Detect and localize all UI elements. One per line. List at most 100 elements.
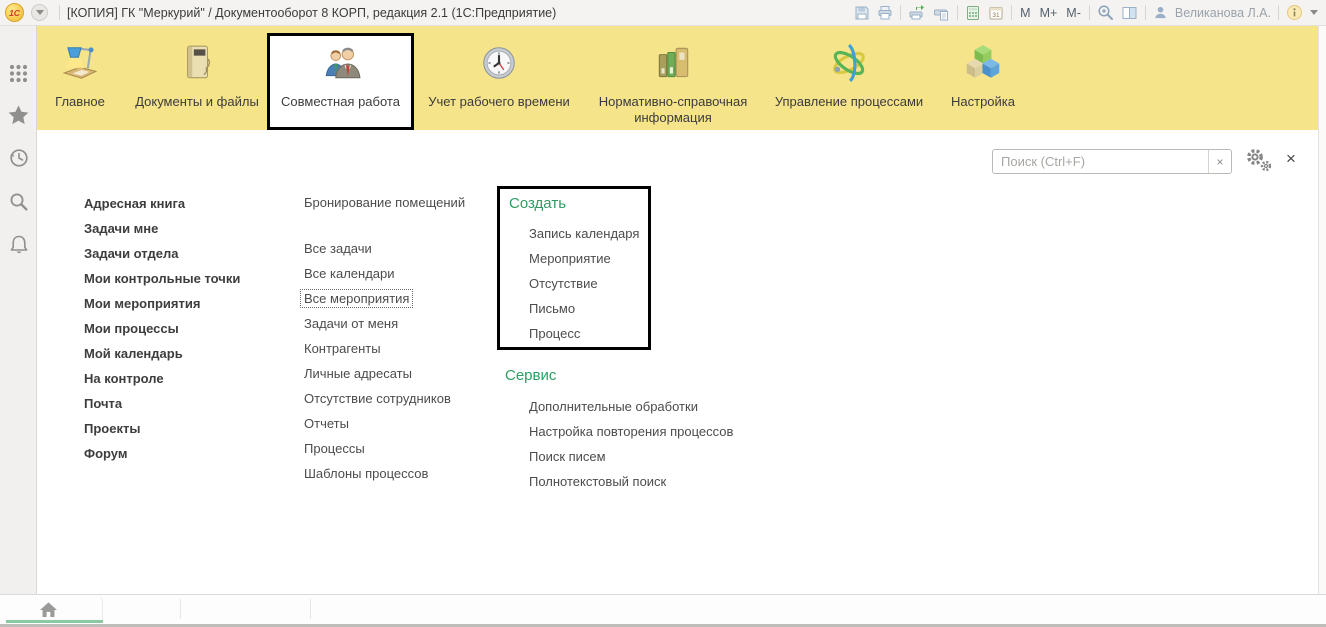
ribbon-tab-timesheet[interactable]: Учет рабочего времени xyxy=(419,33,579,130)
ribbon-tab-documents[interactable]: Документы и файлы xyxy=(122,33,272,130)
toolbar-separator xyxy=(1088,5,1090,20)
menu-item[interactable]: Мои контрольные точки xyxy=(80,266,244,291)
menu-item[interactable]: Адресная книга xyxy=(80,191,244,216)
titlebar-toolbar: 31 М М+ М- Великанова Л.А. xyxy=(854,3,1326,23)
save-button[interactable] xyxy=(854,3,870,23)
folders-icon xyxy=(652,42,694,94)
service-group-header: Сервис xyxy=(505,367,557,384)
people-icon xyxy=(320,42,362,94)
bell-icon xyxy=(10,235,27,253)
menu-item[interactable]: Отсутствие сотрудников xyxy=(300,386,455,411)
calculator-button[interactable] xyxy=(965,3,981,23)
main-menu-button[interactable] xyxy=(31,4,48,21)
1c-logo: 1С xyxy=(5,3,24,22)
favorites-button[interactable] xyxy=(8,104,29,125)
ribbon-tab-label: Главное xyxy=(55,94,105,109)
export-print-button[interactable] xyxy=(908,3,926,23)
menu-item[interactable]: Письмо xyxy=(525,296,648,321)
search-icon xyxy=(10,193,27,210)
ribbon-tab-main[interactable]: Главное xyxy=(40,33,120,130)
menu-item[interactable]: Отсутствие xyxy=(525,271,648,296)
notifications-button[interactable] xyxy=(8,234,29,255)
menu-item[interactable]: Контрагенты xyxy=(300,336,455,361)
printer-page-icon xyxy=(934,9,949,20)
desk-lamp-icon xyxy=(59,42,101,94)
system-sidebar xyxy=(0,26,37,594)
ribbon-tab-process-management[interactable]: Управление процессами xyxy=(769,33,929,130)
print-preview-button[interactable] xyxy=(933,3,950,23)
ribbon-tab-label: Нормативно-справочная информация xyxy=(598,94,748,125)
menu-item[interactable]: Мероприятие xyxy=(525,246,648,271)
menu-item[interactable]: Полнотекстовый поиск xyxy=(525,469,737,494)
menu-item[interactable]: Отчеты xyxy=(300,411,455,436)
home-page-tab[interactable] xyxy=(6,596,103,623)
menu-item[interactable]: Мои процессы xyxy=(80,316,244,341)
menu-item[interactable]: Задачи от меня xyxy=(300,311,455,336)
history-button[interactable] xyxy=(8,147,29,168)
menu-item[interactable]: Задачи отдела xyxy=(80,241,244,266)
memory-minus-button[interactable]: М- xyxy=(1065,3,1082,23)
menu-item[interactable]: Процесс xyxy=(525,321,648,346)
cubes-icon xyxy=(962,42,1004,94)
search-input[interactable] xyxy=(993,150,1208,173)
memory-button[interactable]: М xyxy=(1019,3,1031,23)
menu-item[interactable]: Мой календарь xyxy=(80,341,244,366)
create-group-highlight-box: Создать Запись календаря Мероприятие Отс… xyxy=(497,186,651,350)
toolbar-separator xyxy=(957,5,959,20)
menu-item[interactable]: Поиск писем xyxy=(525,444,737,469)
search-clear-button[interactable]: × xyxy=(1208,150,1231,173)
menu-item[interactable]: Мои мероприятия xyxy=(80,291,244,316)
user-name[interactable]: Великанова Л.А. xyxy=(1175,6,1271,20)
menu-item[interactable]: На контроле xyxy=(80,366,244,391)
menu-item[interactable]: Форум xyxy=(80,441,244,466)
menu-item[interactable]: Настройка повторения процессов xyxy=(525,419,737,444)
ribbon-tab-label: Документы и файлы xyxy=(135,94,259,109)
ribbon-tab-collaboration[interactable]: Совместная работа xyxy=(267,33,414,130)
panel-close-button[interactable]: × xyxy=(1286,150,1296,167)
application-window: 1С [КОПИЯ] ГК "Меркурий" / Документообор… xyxy=(0,0,1326,627)
zoom-button[interactable] xyxy=(1097,3,1114,23)
svg-text:31: 31 xyxy=(993,12,1001,19)
info-button[interactable] xyxy=(1286,3,1303,23)
close-x-icon: × xyxy=(1286,149,1296,168)
menu-item[interactable]: Дополнительные обработки xyxy=(525,394,737,419)
toolbar-separator xyxy=(1011,5,1013,20)
menu-item[interactable]: Все календари xyxy=(300,261,455,286)
menu-item-focused[interactable]: Все мероприятия xyxy=(300,286,455,311)
star-icon xyxy=(8,105,29,124)
panel-settings-button[interactable] xyxy=(1243,146,1273,174)
floppy-icon xyxy=(855,6,869,19)
menu-item[interactable]: Запись календаря xyxy=(525,221,648,246)
print-button[interactable] xyxy=(877,3,893,23)
magnifier-plus-icon xyxy=(1098,5,1113,20)
calendar-icon: 31 xyxy=(989,6,1003,19)
global-search-button[interactable] xyxy=(8,191,29,212)
taskbar-separator xyxy=(310,599,311,619)
menu-item[interactable]: Все задачи xyxy=(300,236,455,261)
tools-menu-button[interactable] xyxy=(8,63,29,84)
home-icon xyxy=(40,602,57,618)
menu-item[interactable]: Проекты xyxy=(80,416,244,441)
ribbon-tab-label: Управление процессами xyxy=(774,94,924,109)
toolbar-more-button[interactable] xyxy=(1310,3,1318,23)
memory-plus-button[interactable]: М+ xyxy=(1039,3,1059,23)
clock-icon xyxy=(478,42,520,94)
user-button[interactable] xyxy=(1153,3,1168,23)
menu-item[interactable]: Задачи мне xyxy=(80,216,244,241)
menu-item[interactable]: Процессы xyxy=(300,436,455,461)
ribbon-tab-reference-info[interactable]: Нормативно-справочная информация xyxy=(588,33,758,130)
menu-column-shared-top: Бронирование помещений xyxy=(300,190,469,215)
ribbon-tab-settings[interactable]: Настройка xyxy=(943,33,1023,130)
menu-item[interactable]: Бронирование помещений xyxy=(300,190,469,215)
menu-item[interactable]: Почта xyxy=(80,391,244,416)
split-window-button[interactable] xyxy=(1121,3,1138,23)
caret-down-icon xyxy=(35,10,44,15)
book-icon xyxy=(176,42,218,94)
search-box: × xyxy=(992,149,1232,174)
menu-column-personal: Адресная книга Задачи мне Задачи отдела … xyxy=(80,191,244,466)
calendar-button[interactable]: 31 xyxy=(988,3,1004,23)
menu-item[interactable]: Личные адресаты xyxy=(300,361,455,386)
scrollbar-track[interactable] xyxy=(1318,26,1326,594)
menu-item[interactable]: Шаблоны процессов xyxy=(300,461,455,486)
ribbon-tab-label: Настройка xyxy=(951,94,1015,109)
